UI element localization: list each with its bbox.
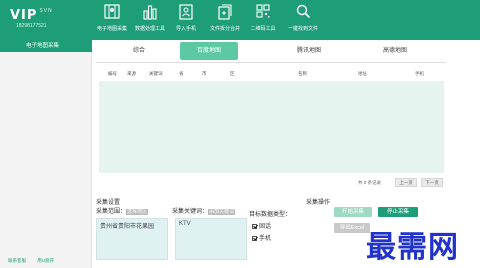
- nav-find-file[interactable]: 一键找到文件: [284, 0, 322, 40]
- tab-bar: 综合 百度地图 腾讯地图 高德地图: [96, 42, 446, 62]
- sidebar: 电子地图采集 联系客服 用U盘开: [0, 40, 92, 268]
- nav-label: 二维码工具: [250, 26, 276, 32]
- add-keyword-button[interactable]: 添加关键词: [208, 209, 236, 215]
- column-header: 名称: [298, 71, 307, 76]
- type-label: 目标数据类型：: [249, 212, 292, 218]
- column-header: 手机: [415, 71, 424, 76]
- vip-logo: VIP SVN: [10, 8, 53, 23]
- checkbox-mobile-box: [252, 236, 257, 241]
- column-header: 地址: [358, 71, 367, 76]
- site-watermark: 最需网: [366, 230, 459, 265]
- range-label: 采集范围：选择地区: [96, 206, 149, 215]
- checkbox-mobile[interactable]: 手机: [252, 233, 271, 242]
- range-label-text: 采集范围：: [96, 209, 127, 215]
- phone-number: 18298177521: [16, 23, 47, 29]
- divider: [96, 62, 446, 63]
- next-page-button[interactable]: 下一页: [421, 178, 443, 187]
- column-header: 关键词: [149, 71, 163, 76]
- nav-label: 数据处理工具: [134, 26, 165, 32]
- keyword-label: 采集关键词：添加关键词: [172, 206, 236, 215]
- results-table-body[interactable]: [99, 81, 444, 173]
- nav-label: 文件拆分合并: [209, 26, 240, 32]
- nav-label: 导入手机: [175, 26, 196, 32]
- prev-page-button[interactable]: 上一页: [395, 178, 417, 187]
- qrcode-icon: [256, 4, 270, 18]
- tab-comprehensive[interactable]: 综合: [110, 42, 168, 60]
- nav-data-tools[interactable]: 数据处理工具: [132, 0, 168, 40]
- top-bar: VIP SVN 18298177521 电子地图采集 数据处理工具 导入手机 文…: [0, 0, 480, 40]
- usb-link[interactable]: 用U盘开: [37, 258, 54, 263]
- keyword-input[interactable]: KTV: [175, 218, 247, 260]
- checkbox-landline-label: 固话: [259, 224, 272, 230]
- column-header: 省: [179, 71, 184, 76]
- column-header: 来源: [127, 71, 136, 76]
- range-input[interactable]: 贵州省贵阳市花果园: [96, 218, 168, 260]
- export-excel-button[interactable]: 导出Excel: [334, 223, 370, 233]
- search-icon: [296, 4, 311, 19]
- nav-file-split[interactable]: 文件拆分合并: [206, 0, 244, 40]
- column-header: 区: [230, 71, 235, 76]
- settings-title: 采集设置: [96, 200, 121, 206]
- file-merge-icon: [218, 4, 232, 20]
- record-count: 共 0 条记录: [358, 180, 382, 185]
- column-header: 编号: [108, 71, 117, 76]
- tab-tencent-map[interactable]: 腾讯地图: [280, 42, 338, 60]
- nav-label: 电子地图采集: [96, 26, 127, 32]
- nav-label: 一键找到文件: [287, 26, 318, 32]
- sidebar-item-map-collect[interactable]: 电子地图采集: [0, 40, 92, 52]
- map-icon: [104, 4, 120, 19]
- sidebar-footer: 联系客服 用U盘开: [8, 258, 64, 264]
- keyword-label-text: 采集关键词：: [172, 209, 209, 215]
- chart-icon: [143, 5, 157, 20]
- nav-map-collect[interactable]: 电子地图采集: [94, 0, 130, 40]
- brand: VIP SVN 18298177521: [0, 0, 92, 40]
- start-collect-button[interactable]: 开始采集: [334, 207, 372, 217]
- table-header: 编号 来源 关键词 省 市 区 名称 地址 手机: [99, 71, 444, 79]
- operations-title: 采集操作: [306, 200, 331, 206]
- nav-import-phone[interactable]: 导入手机: [170, 0, 202, 40]
- tab-baidu-map[interactable]: 百度地图: [180, 42, 238, 60]
- logo-text: VIP: [10, 8, 38, 23]
- checkbox-landline[interactable]: 固话: [252, 221, 271, 230]
- checkbox-mobile-label: 手机: [259, 236, 272, 242]
- contact-link[interactable]: 联系客服: [8, 258, 26, 263]
- column-header: 市: [202, 71, 207, 76]
- stop-collect-button[interactable]: 停止采集: [378, 207, 418, 217]
- logo-suffix: SVN: [39, 8, 53, 14]
- checkbox-landline-box: [252, 224, 257, 229]
- select-region-button[interactable]: 选择地区: [126, 209, 149, 215]
- tab-gaode-map[interactable]: 高德地图: [366, 42, 424, 60]
- contacts-icon: [179, 4, 193, 20]
- nav-qrcode[interactable]: 二维码工具: [246, 0, 280, 40]
